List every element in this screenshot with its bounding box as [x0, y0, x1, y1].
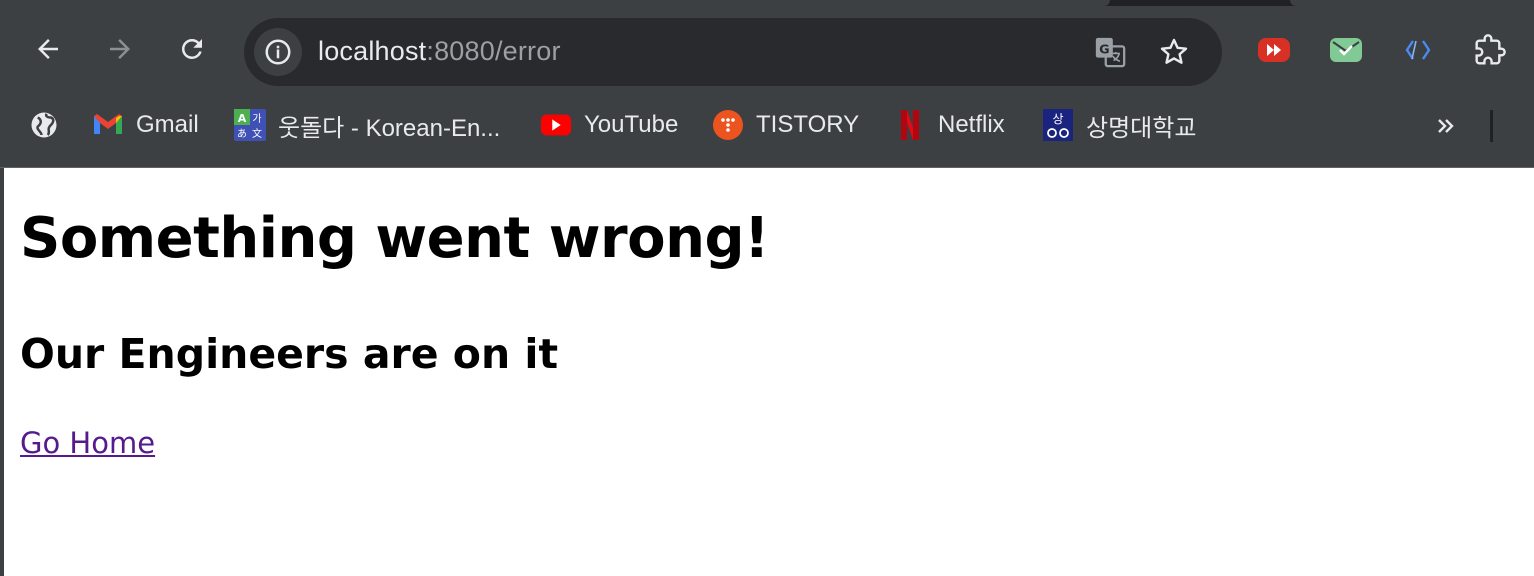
translate-icon: G	[1095, 37, 1126, 68]
bookmark-label: TISTORY	[756, 111, 860, 138]
bookmark-star-button[interactable]	[1156, 34, 1192, 70]
back-button[interactable]	[30, 31, 66, 67]
svg-text:文: 文	[252, 127, 262, 140]
bookmark-university[interactable]: 상 상명대학교	[1042, 108, 1196, 142]
dictionary-icon: A가あ文	[234, 109, 266, 141]
globe-icon	[28, 109, 60, 141]
svg-text:A: A	[238, 112, 247, 125]
code-brackets-icon	[1405, 40, 1431, 60]
translate-button[interactable]: G	[1092, 34, 1128, 70]
bookmark-youtube[interactable]: YouTube	[540, 108, 678, 142]
bookmark-gmail[interactable]: Gmail	[92, 108, 199, 142]
svg-text:가: 가	[252, 113, 261, 125]
svg-text:G: G	[1099, 42, 1109, 57]
forward-button[interactable]	[102, 31, 138, 67]
star-icon	[1160, 38, 1188, 64]
bookmark-label: Netflix	[938, 111, 1005, 138]
page-subheading: Our Engineers are on it	[20, 330, 559, 378]
url-text[interactable]: localhost:8080/error	[318, 36, 561, 67]
bookmark-dictionary[interactable]: A가あ文 웃돌다 - Korean-En...	[234, 108, 500, 142]
svg-text:あ: あ	[237, 128, 247, 140]
fast-forward-icon	[1258, 38, 1290, 62]
arrow-right-icon	[110, 39, 130, 59]
extension-youtube-skip[interactable]	[1256, 32, 1292, 68]
bookmark-netflix[interactable]: Netflix	[894, 108, 1005, 142]
bookmark-tistory[interactable]: TISTORY	[712, 108, 859, 142]
bookmark-globe[interactable]	[28, 108, 72, 142]
site-info-button[interactable]	[254, 28, 302, 76]
svg-text:상: 상	[1052, 112, 1063, 126]
reload-icon	[181, 38, 202, 59]
go-home-link[interactable]: Go Home	[20, 426, 155, 460]
address-bar[interactable]: localhost:8080/error G	[244, 18, 1222, 86]
extension-check[interactable]	[1328, 32, 1364, 68]
checkmail-icon	[1330, 38, 1362, 62]
bookmarks-overflow-button[interactable]	[1428, 108, 1464, 144]
bookmark-label: Gmail	[136, 111, 199, 138]
page-content: Something went wrong! Our Engineers are …	[0, 168, 1534, 576]
info-icon	[265, 39, 291, 65]
puzzle-icon	[1475, 34, 1506, 65]
double-chevron-right-icon	[1438, 119, 1454, 133]
university-icon: 상	[1042, 109, 1074, 141]
youtube-icon	[540, 109, 572, 141]
tistory-icon	[712, 109, 744, 141]
bookmarks-divider	[1490, 110, 1493, 142]
bookmarks-bar: Gmail A가あ文 웃돌다 - Korean-En... YouTube TI…	[0, 94, 1534, 168]
bookmark-label: 상명대학교	[1086, 114, 1197, 142]
url-host: localhost	[318, 36, 427, 66]
url-path: :8080/error	[426, 36, 561, 66]
gmail-icon	[92, 109, 124, 141]
extensions-button[interactable]	[1472, 32, 1508, 68]
bookmark-label: YouTube	[584, 111, 679, 138]
page-heading: Something went wrong!	[20, 206, 770, 271]
browser-toolbar: localhost:8080/error G	[0, 6, 1534, 94]
arrow-left-icon	[38, 39, 58, 59]
browser-chrome: localhost:8080/error G Gmail A 가 あ 文 웃돌다…	[0, 0, 1534, 168]
reload-button[interactable]	[174, 31, 210, 67]
netflix-icon	[894, 109, 926, 141]
bookmark-label: 웃돌다 - Korean-En...	[278, 114, 501, 142]
extension-code[interactable]	[1400, 32, 1436, 68]
